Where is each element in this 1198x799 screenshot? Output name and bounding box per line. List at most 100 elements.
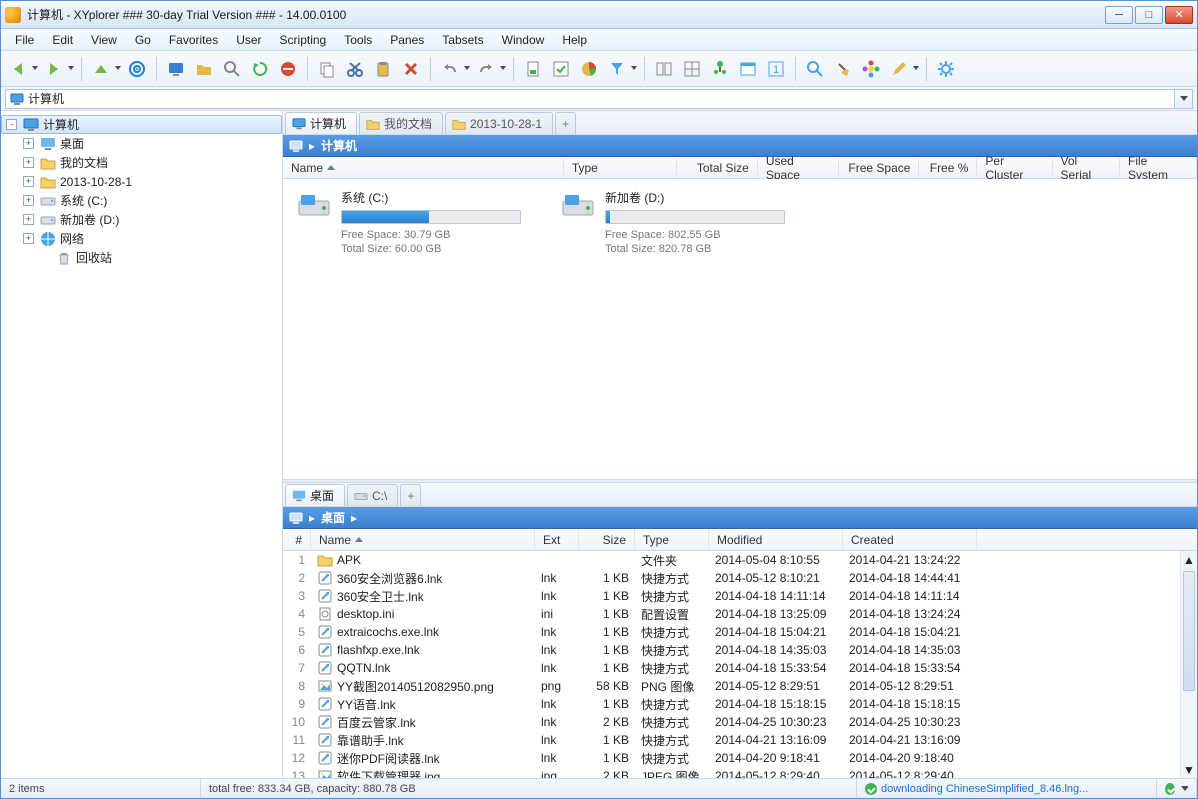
- menu-tools[interactable]: Tools: [336, 31, 380, 49]
- folder-tree[interactable]: -计算机+桌面+我的文档+2013-10-28-1+系统 (C:)+新加卷 (D…: [1, 111, 283, 778]
- expander-icon[interactable]: +: [23, 138, 34, 149]
- expander-icon[interactable]: +: [23, 214, 34, 225]
- piechart-button[interactable]: [576, 56, 602, 82]
- grid-button[interactable]: [679, 56, 705, 82]
- menu-scripting[interactable]: Scripting: [272, 31, 335, 49]
- menu-go[interactable]: Go: [127, 31, 159, 49]
- bottom-column-header[interactable]: #NameExtSizeTypeModifiedCreated: [283, 529, 1197, 551]
- file-row[interactable]: 4desktop.iniini1 KB配置设置2014-04-18 13:25:…: [283, 605, 1197, 623]
- cut-button[interactable]: [342, 56, 368, 82]
- back-button[interactable]: [5, 56, 31, 82]
- column-header[interactable]: Type: [635, 529, 709, 550]
- bottom-path-bar[interactable]: ▸ 桌面 ▸: [283, 507, 1197, 529]
- column-header[interactable]: Name: [311, 529, 535, 550]
- tab-add-button[interactable]: +: [555, 112, 576, 134]
- minimize-button[interactable]: ─: [1105, 6, 1133, 24]
- menu-help[interactable]: Help: [554, 31, 595, 49]
- file-row[interactable]: 3360安全卫士.lnklnk1 KB快捷方式2014-04-18 14:11:…: [283, 587, 1197, 605]
- file-row[interactable]: 8YY截图20140512082950.pngpng58 KBPNG 图像201…: [283, 677, 1197, 695]
- column-header[interactable]: Vol Serial: [1053, 157, 1120, 178]
- paste-button[interactable]: [370, 56, 396, 82]
- window-button[interactable]: [735, 56, 761, 82]
- column-header[interactable]: Size: [579, 529, 635, 550]
- address-field[interactable]: 计算机: [5, 89, 1175, 109]
- column-header[interactable]: Free %: [919, 157, 977, 178]
- tree-node[interactable]: +系统 (C:): [1, 191, 282, 210]
- tree-node[interactable]: +2013-10-28-1: [1, 172, 282, 191]
- index1-button[interactable]: 1: [763, 56, 789, 82]
- scrollbar-thumb[interactable]: [1183, 571, 1195, 691]
- file-row[interactable]: 6flashfxp.exe.lnklnk1 KB快捷方式2014-04-18 1…: [283, 641, 1197, 659]
- drive-item[interactable]: 新加卷 (D:)Free Space: 802.55 GBTotal Size:…: [561, 189, 785, 257]
- color-picker-button[interactable]: [858, 56, 884, 82]
- menu-favorites[interactable]: Favorites: [161, 31, 226, 49]
- tree-node[interactable]: 回收站: [1, 248, 282, 267]
- address-dropdown-button[interactable]: [1175, 89, 1193, 109]
- file-row[interactable]: 10百度云管家.lnklnk2 KB快捷方式2014-04-25 10:30:2…: [283, 713, 1197, 731]
- menu-view[interactable]: View: [83, 31, 125, 49]
- tab[interactable]: 我的文档: [359, 112, 443, 134]
- expander-icon[interactable]: +: [23, 195, 34, 206]
- tab[interactable]: 2013-10-28-1: [445, 112, 553, 134]
- expander-icon[interactable]: -: [6, 119, 17, 130]
- tree-node[interactable]: +桌面: [1, 134, 282, 153]
- tree-node[interactable]: +网络: [1, 229, 282, 248]
- column-header[interactable]: Used Space: [758, 157, 839, 178]
- file-row[interactable]: 7QQTN.lnklnk1 KB快捷方式2014-04-18 15:33:542…: [283, 659, 1197, 677]
- status-download-link[interactable]: downloading ChineseSimplified_8.46.lng..…: [881, 783, 1088, 795]
- file-row[interactable]: 11靠谱助手.lnklnk1 KB快捷方式2014-04-21 13:16:09…: [283, 731, 1197, 749]
- tree-node[interactable]: +我的文档: [1, 153, 282, 172]
- tree-node[interactable]: +新加卷 (D:): [1, 210, 282, 229]
- undo-button[interactable]: [437, 56, 463, 82]
- expander-icon[interactable]: +: [23, 233, 34, 244]
- pencil-button[interactable]: [886, 56, 912, 82]
- scroll-down-icon[interactable]: ▼: [1181, 761, 1197, 778]
- copy-button[interactable]: [314, 56, 340, 82]
- tab-add-button[interactable]: +: [400, 484, 421, 506]
- broom-button[interactable]: [830, 56, 856, 82]
- tree-node[interactable]: -计算机: [1, 115, 282, 134]
- file-row[interactable]: 9YY语音.lnklnk1 KB快捷方式2014-04-18 15:18:152…: [283, 695, 1197, 713]
- menu-file[interactable]: File: [7, 31, 42, 49]
- up-button[interactable]: [88, 56, 114, 82]
- forward-button[interactable]: [41, 56, 67, 82]
- expander-icon[interactable]: +: [23, 157, 34, 168]
- refresh-button[interactable]: [247, 56, 273, 82]
- file-list[interactable]: ▲ ▼ 1APK文件夹2014-05-04 8:10:552014-04-21 …: [283, 551, 1197, 778]
- column-header[interactable]: Name: [283, 157, 564, 178]
- tab[interactable]: 计算机: [285, 112, 357, 134]
- tab[interactable]: 桌面: [285, 484, 345, 506]
- column-header[interactable]: Type: [564, 157, 677, 178]
- drive-item[interactable]: 系统 (C:)Free Space: 30.79 GBTotal Size: 6…: [297, 189, 521, 257]
- maximize-button[interactable]: □: [1135, 6, 1163, 24]
- new-doc-button[interactable]: [520, 56, 546, 82]
- target-button[interactable]: [124, 56, 150, 82]
- top-column-header[interactable]: NameTypeTotal SizeUsed SpaceFree SpaceFr…: [283, 157, 1197, 179]
- scrollbar[interactable]: ▲ ▼: [1180, 551, 1197, 778]
- tab[interactable]: C:\: [347, 484, 398, 506]
- column-header[interactable]: Ext: [535, 529, 579, 550]
- find-button[interactable]: [802, 56, 828, 82]
- close-button[interactable]: ✕: [1165, 6, 1193, 24]
- redo-button[interactable]: [473, 56, 499, 82]
- file-row[interactable]: 12迷你PDF阅读器.lnklnk1 KB快捷方式2014-04-20 9:18…: [283, 749, 1197, 767]
- monitor-button[interactable]: [163, 56, 189, 82]
- column-header[interactable]: #: [283, 529, 311, 550]
- column-header[interactable]: File System: [1120, 157, 1197, 178]
- tree-button[interactable]: [707, 56, 733, 82]
- menu-window[interactable]: Window: [494, 31, 553, 49]
- folder-add-button[interactable]: [191, 56, 217, 82]
- column-header[interactable]: Per Cluster: [977, 157, 1052, 178]
- delete-button[interactable]: [398, 56, 424, 82]
- menu-edit[interactable]: Edit: [44, 31, 81, 49]
- file-row[interactable]: 2360安全浏览器6.lnklnk1 KB快捷方式2014-05-12 8:10…: [283, 569, 1197, 587]
- gear-button[interactable]: [933, 56, 959, 82]
- expander-icon[interactable]: +: [23, 176, 34, 187]
- column-header[interactable]: Total Size: [677, 157, 758, 178]
- panels-button[interactable]: [651, 56, 677, 82]
- column-header[interactable]: Free Space: [839, 157, 920, 178]
- checkbox-button[interactable]: [548, 56, 574, 82]
- stop-button[interactable]: [275, 56, 301, 82]
- filter-button[interactable]: [604, 56, 630, 82]
- column-header[interactable]: Created: [843, 529, 977, 550]
